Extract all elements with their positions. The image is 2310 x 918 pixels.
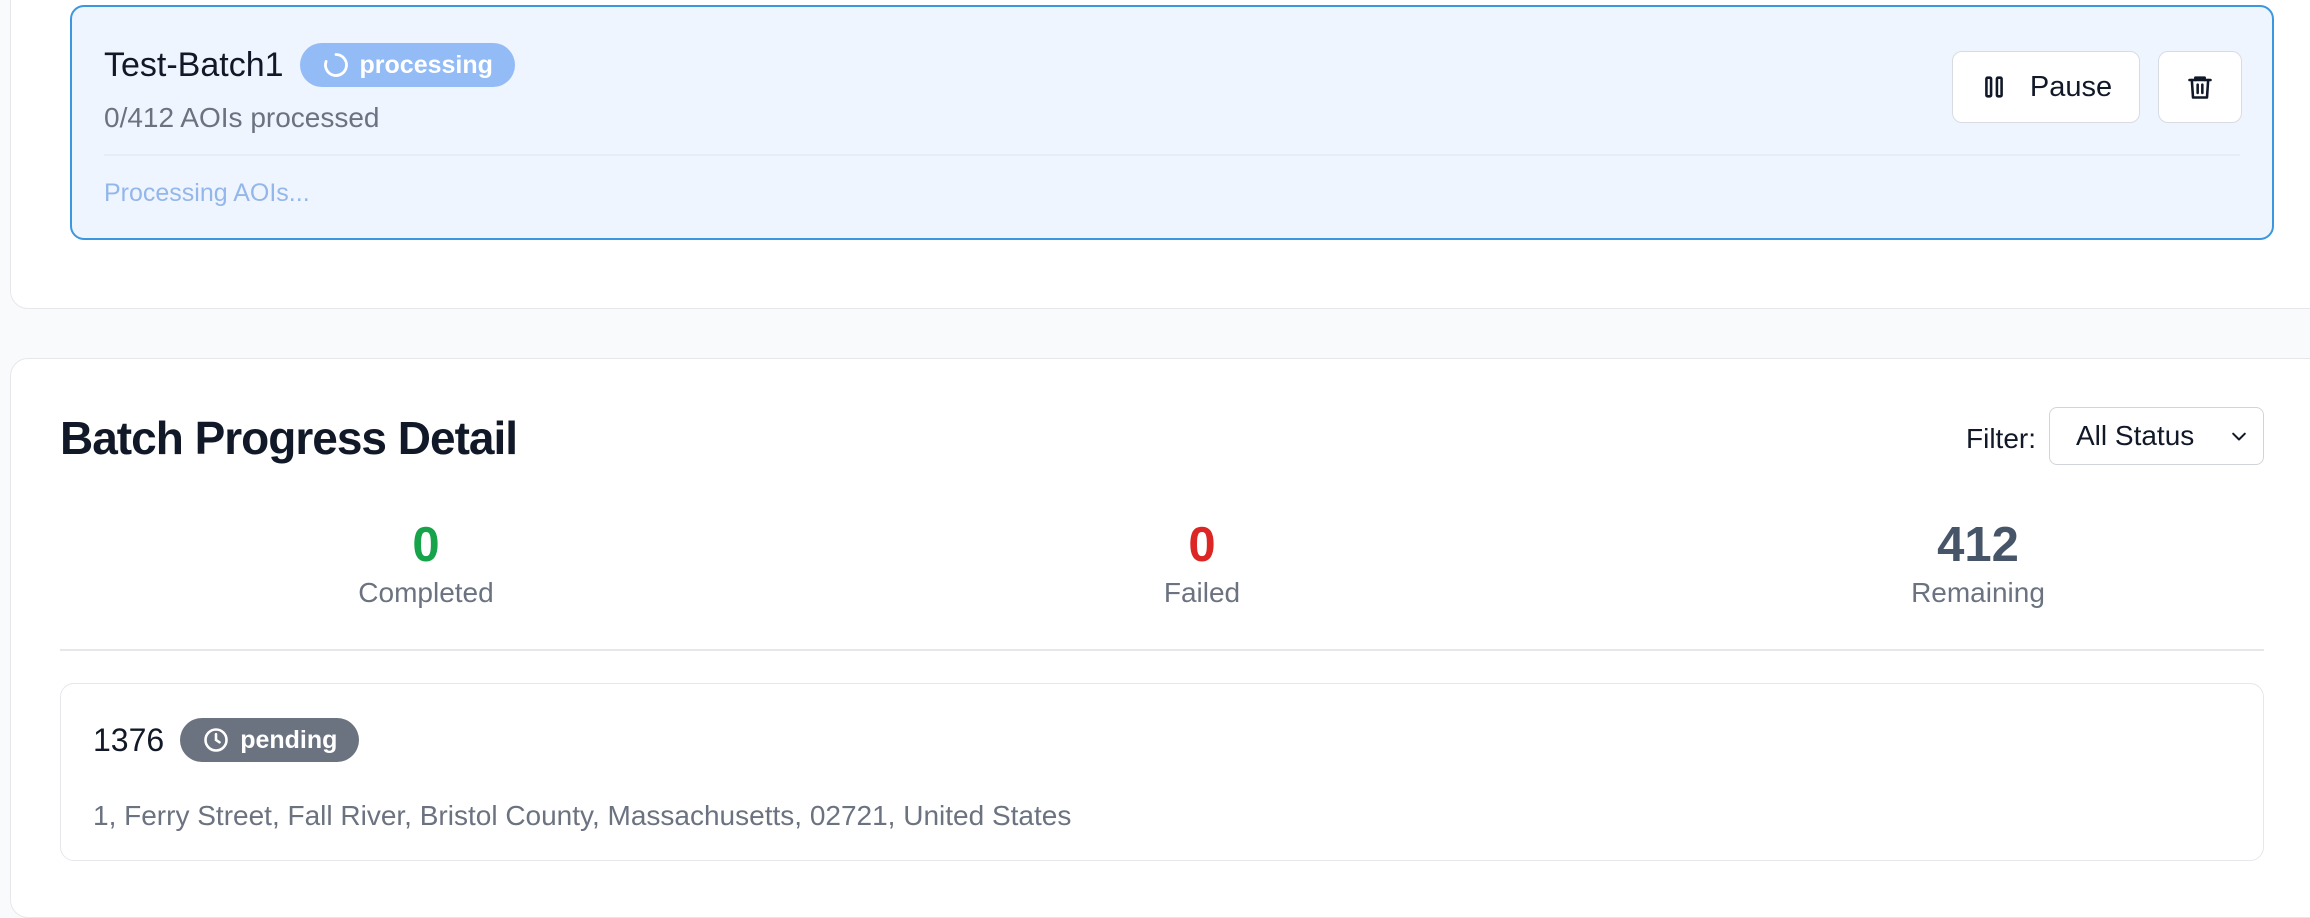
completed-count: 0	[412, 518, 440, 572]
clock-icon	[204, 728, 228, 752]
spinner-icon	[323, 53, 348, 77]
page-title: Batch Progress Detail	[60, 412, 518, 464]
batch-progress-text: 0/412 AOIs processed	[104, 102, 380, 133]
aoi-title-row: 1376 pending	[93, 718, 360, 762]
status-filter-select[interactable]: All Status	[2049, 407, 2264, 465]
remaining-count: 412	[1937, 518, 2019, 572]
aoi-id: 1376	[93, 721, 165, 758]
delete-button[interactable]	[2158, 51, 2242, 123]
pause-button[interactable]: Pause	[1952, 51, 2140, 123]
remaining-label: Remaining	[1911, 576, 2045, 608]
filter-label: Filter:	[1966, 423, 2036, 454]
batch-card[interactable]: Test-Batch1 processing 0/412 AOIs proces…	[70, 5, 2274, 240]
active-batches-card: Test-Batch1 processing 0/412 AOIs proces…	[10, 0, 2310, 309]
stat-completed: 0 Completed	[276, 518, 576, 609]
pause-icon	[1985, 76, 2003, 98]
status-badge: processing	[299, 43, 515, 87]
trash-icon	[2188, 76, 2212, 99]
failed-label: Failed	[1163, 576, 1241, 608]
failed-count: 0	[1188, 518, 1216, 572]
status-badge: pending	[180, 718, 360, 762]
chevron-down-icon	[2232, 432, 2246, 441]
batch-title-row: Test-Batch1 processing	[104, 43, 515, 87]
stat-remaining: 412 Remaining	[1828, 518, 2128, 609]
status-badge-label: processing	[359, 50, 493, 79]
batch-name: Test-Batch1	[104, 45, 284, 84]
divider	[60, 649, 2264, 651]
aoi-address: 1, Ferry Street, Fall River, Bristol Cou…	[93, 800, 1072, 831]
status-badge-label: pending	[240, 725, 338, 754]
filter-selected-value: All Status	[2076, 420, 2195, 451]
batch-progress-detail-card: Batch Progress Detail Filter: All Status…	[10, 358, 2310, 918]
batch-status-message: Processing AOIs...	[104, 179, 310, 207]
completed-label: Completed	[358, 576, 494, 608]
pause-button-label: Pause	[2029, 70, 2113, 103]
stat-failed: 0 Failed	[1052, 518, 1352, 609]
progress-bar	[104, 154, 2240, 156]
list-item[interactable]: 1376 pending 1, Ferry Street, Fall River…	[60, 683, 2264, 861]
